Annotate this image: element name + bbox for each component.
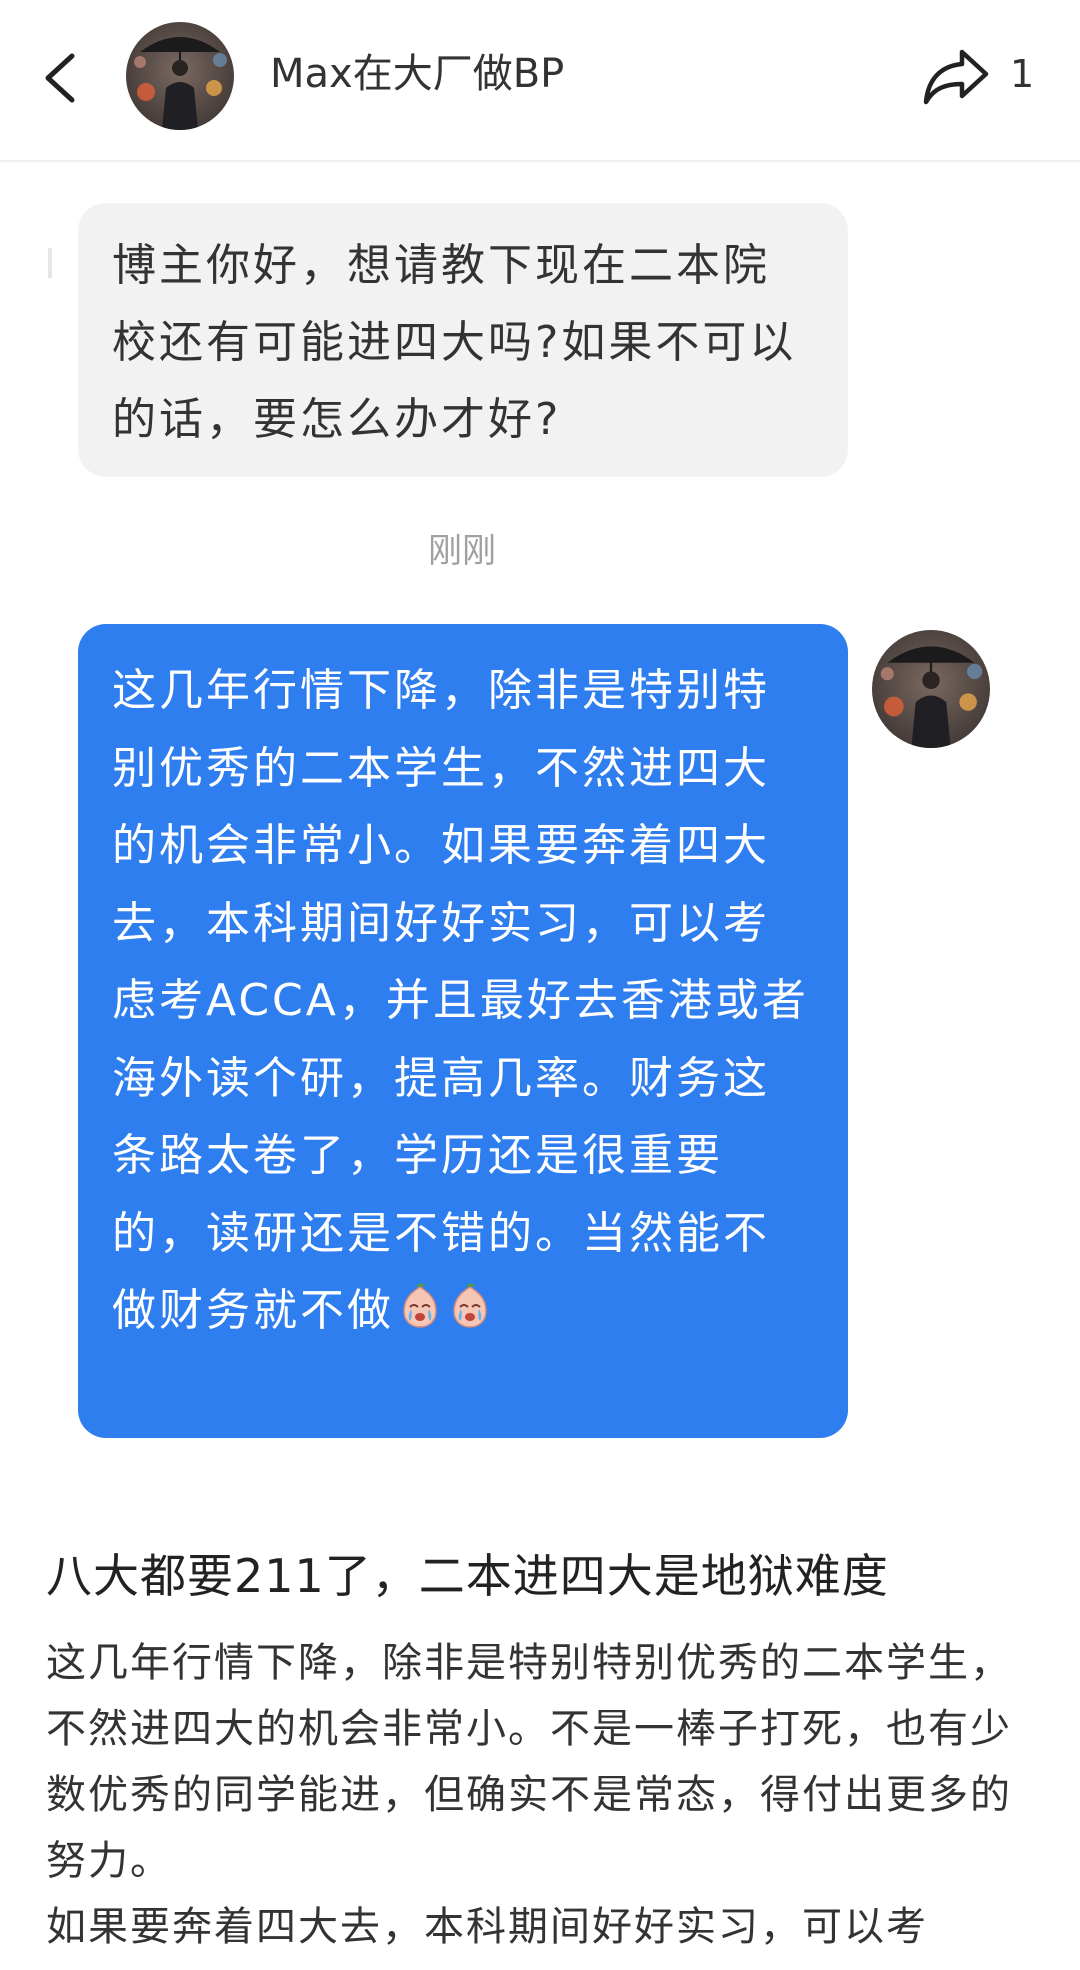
sent-message-bubble[interactable]: 这几年行情下降，除非是特别特别优秀的二本学生，不然进四大的机会非常小。如果要奔着… xyxy=(78,624,848,1438)
article-paragraph: 这几年行情下降，除非是特别特别优秀的二本学生，不然进四大的机会非常小。不是一棒子… xyxy=(46,1640,1012,1884)
contact-name: Max在大厂做BP xyxy=(270,51,565,97)
article-title: 八大都要211了，二本进四大是地狱难度 xyxy=(46,1549,889,1603)
share-count: 1 xyxy=(1010,52,1035,96)
back-button[interactable] xyxy=(36,44,92,108)
article-paragraph: 如果要奔着四大去，本科期间好好实习，可以考 xyxy=(46,1904,928,1950)
bubble-edge-divider xyxy=(48,248,52,278)
article-body: 这几年行情下降，除非是特别特别优秀的二本学生，不然进四大的机会非常小。不是一棒子… xyxy=(46,1630,1036,1960)
avatar-image-icon xyxy=(126,22,234,130)
crying-face-emoji-icon xyxy=(446,1278,494,1328)
my-avatar[interactable] xyxy=(872,630,990,748)
chat-header: Max在大厂做BP 1 xyxy=(0,0,1080,162)
share-button[interactable] xyxy=(920,40,992,112)
avatar-image-icon xyxy=(872,630,990,748)
received-message-bubble[interactable]: 博主你好，想请教下现在二本院校还有可能进四大吗?如果不可以的话，要怎么办才好? xyxy=(78,203,848,477)
avatar[interactable] xyxy=(126,22,234,130)
message-timestamp: 刚刚 xyxy=(428,531,496,571)
sent-message-text: 这几年行情下降，除非是特别特别优秀的二本学生，不然进四大的机会非常小。如果要奔着… xyxy=(112,665,809,1336)
share-arrow-icon xyxy=(923,49,989,105)
received-message-text: 博主你好，想请教下现在二本院校还有可能进四大吗?如果不可以的话，要怎么办才好? xyxy=(112,240,797,445)
crying-face-emoji-icon xyxy=(396,1278,444,1328)
chevron-left-icon xyxy=(45,53,75,103)
